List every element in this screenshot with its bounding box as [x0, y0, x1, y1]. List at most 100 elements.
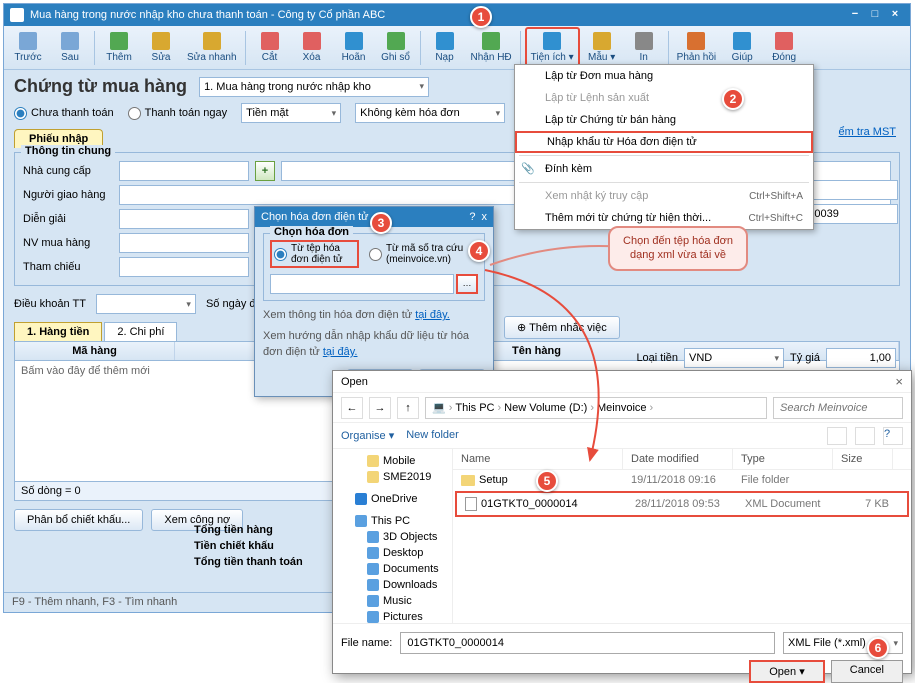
- breadcrumb-path[interactable]: 💻›This PC›New Volume (D:)›Meinvoice›: [425, 397, 767, 419]
- folder-icon: [355, 493, 367, 505]
- organise-menu[interactable]: Organise ▾: [341, 429, 394, 442]
- close-button[interactable]: ×: [886, 7, 904, 23]
- toolbar-đóng[interactable]: Đóng: [764, 27, 804, 69]
- col-type[interactable]: Type: [733, 449, 833, 469]
- tree-mobile[interactable]: Mobile: [337, 453, 448, 469]
- tree-desktop[interactable]: Desktop: [337, 545, 448, 561]
- radio-from-file[interactable]: Từ tệp hóa đơn điện tử: [270, 240, 359, 268]
- cash-combo[interactable]: Tiền mặt: [241, 103, 341, 123]
- toolbar-hoãn[interactable]: Hoãn: [334, 27, 374, 69]
- nav-up-button[interactable]: ↑: [397, 397, 419, 419]
- col-date-modified[interactable]: Date modified: [623, 449, 733, 469]
- toolbar-cắt[interactable]: Cắt: [250, 27, 290, 69]
- view-mode-button[interactable]: [827, 427, 847, 445]
- supplier-code-input[interactable]: [119, 161, 249, 181]
- hint1-link[interactable]: tại đây.: [415, 309, 450, 321]
- dialog2-close-button[interactable]: x: [482, 211, 488, 223]
- buyer-input[interactable]: [119, 233, 249, 253]
- label-buyer: NV mua hàng: [23, 237, 113, 249]
- purchase-type-combo[interactable]: 1. Mua hàng trong nước nhập kho: [199, 77, 429, 97]
- toolbar-phản-hồi[interactable]: Phản hồi: [673, 27, 720, 69]
- search-input[interactable]: [773, 397, 903, 419]
- toolbar-ghi-sổ[interactable]: Ghi sổ: [376, 27, 416, 69]
- tree-sme2019[interactable]: SME2019: [337, 469, 448, 485]
- dd-item-4[interactable]: 📎Đính kèm: [515, 158, 813, 180]
- folder-icon: [355, 515, 367, 527]
- toolbar-icon: [203, 32, 221, 50]
- file-path-input[interactable]: [270, 274, 454, 294]
- path-seg-1[interactable]: New Volume (D:): [504, 402, 587, 414]
- radio-chua-thanh-toan[interactable]: Chưa thanh toán: [14, 107, 114, 120]
- toolbar-mẫu[interactable]: Mẫu ▾: [582, 27, 622, 69]
- toolbar-sau[interactable]: Sau: [50, 27, 90, 69]
- toolbar-in[interactable]: In: [624, 27, 664, 69]
- dialog2-group-title: Chọn hóa đơn: [270, 226, 353, 238]
- radio-from-code[interactable]: Từ mã số tra cứu (meinvoice.vn): [369, 240, 478, 268]
- dd-item-0[interactable]: Lập từ Đơn mua hàng: [515, 65, 813, 87]
- toolbar-sửa-nhanh[interactable]: Sửa nhanh: [183, 27, 241, 69]
- toolbar-trước[interactable]: Trước: [8, 27, 48, 69]
- hint1: Xem thông tin hóa đơn điện tử tại đây.: [263, 307, 485, 324]
- dd-item-2[interactable]: Lập từ Chứng từ bán hàng: [515, 109, 813, 131]
- dialog2-help-button[interactable]: ?: [469, 211, 475, 223]
- path-seg-2[interactable]: Meinvoice: [597, 402, 647, 414]
- minimize-button[interactable]: −: [846, 7, 864, 23]
- preview-pane-button[interactable]: [855, 427, 875, 445]
- toolbar-giúp[interactable]: Giúp: [722, 27, 762, 69]
- file-row-1[interactable]: 01GTKT0_000001428/11/2018 09:53XML Docum…: [455, 491, 909, 517]
- label-loai-tien: Loại tiền: [636, 352, 678, 364]
- dd-item-3[interactable]: Nhập khẩu từ Hóa đơn điện tử: [515, 131, 813, 153]
- tree-this-pc[interactable]: This PC: [337, 513, 448, 529]
- rate-input[interactable]: [826, 348, 896, 368]
- dd-item-5: Xem nhật ký truy cậpCtrl+Shift+A: [515, 185, 813, 207]
- toolbar-nhận-hđ[interactable]: Nhận HĐ: [467, 27, 516, 69]
- app-icon: [10, 8, 24, 22]
- window-title: Mua hàng trong nước nhập kho chưa thanh …: [30, 9, 385, 21]
- col-size[interactable]: Size: [833, 449, 893, 469]
- tree-documents[interactable]: Documents: [337, 561, 448, 577]
- toolbar-icon: [303, 32, 321, 50]
- subtab-hang-tien[interactable]: 1. Hàng tiền: [14, 322, 102, 341]
- tree-downloads[interactable]: Downloads: [337, 577, 448, 593]
- path-seg-0[interactable]: This PC: [455, 402, 494, 414]
- file-icon: [465, 497, 477, 511]
- browse-button[interactable]: …: [456, 274, 478, 294]
- file-row-0[interactable]: Setup19/11/2018 09:16File folder: [453, 470, 911, 490]
- toolbar-tiện-ích[interactable]: Tiện ích ▾: [525, 27, 580, 69]
- tree-pictures[interactable]: Pictures: [337, 609, 448, 623]
- badge-3: 3: [370, 212, 392, 234]
- currency-combo[interactable]: VND: [684, 348, 784, 368]
- nav-fwd-button[interactable]: →: [369, 397, 391, 419]
- toolbar-icon: [543, 32, 561, 50]
- col-ma-hang[interactable]: Mã hàng: [15, 342, 175, 360]
- toolbar-icon: [61, 32, 79, 50]
- folder-tree[interactable]: MobileSME2019 OneDrive This PC3D ObjectsDe…: [333, 449, 453, 623]
- file-list[interactable]: NameDate modifiedTypeSize Setup19/11/201…: [453, 449, 911, 623]
- toolbar-sửa[interactable]: Sửa: [141, 27, 181, 69]
- col-name[interactable]: Name: [453, 449, 623, 469]
- hint2-link[interactable]: tại đây.: [323, 346, 358, 358]
- folder-icon: [367, 579, 379, 591]
- toolbar-xóa[interactable]: Xóa: [292, 27, 332, 69]
- terms-combo[interactable]: [96, 294, 196, 314]
- phanbo-button[interactable]: Phân bổ chiết khấu...: [14, 509, 143, 531]
- radio-thanh-toan-ngay[interactable]: Thanh toán ngay: [128, 107, 228, 120]
- tree-3d-objects[interactable]: 3D Objects: [337, 529, 448, 545]
- ref-input[interactable]: [119, 257, 249, 277]
- link-kiem-tra-mst[interactable]: ểm tra MST: [839, 126, 896, 138]
- subtab-chi-phi[interactable]: 2. Chi phí: [104, 322, 177, 341]
- reminder-button[interactable]: ⊕ Thêm nhắc việc: [504, 316, 620, 339]
- nav-back-button[interactable]: ←: [341, 397, 363, 419]
- maximize-button[interactable]: □: [866, 7, 884, 23]
- help-button[interactable]: ?: [883, 427, 903, 445]
- tree-onedrive[interactable]: OneDrive: [337, 491, 448, 507]
- toolbar-thêm[interactable]: Thêm: [99, 27, 139, 69]
- filename-input[interactable]: [400, 632, 775, 654]
- add-supplier-button[interactable]: +: [255, 161, 275, 181]
- invoice-combo[interactable]: Không kèm hóa đơn: [355, 103, 505, 123]
- new-folder-button[interactable]: New folder: [406, 429, 459, 442]
- toolbar-nạp[interactable]: Nạp: [425, 27, 465, 69]
- open-dialog-close-button[interactable]: ×: [895, 374, 903, 389]
- note-input[interactable]: [119, 209, 249, 229]
- tree-music[interactable]: Music: [337, 593, 448, 609]
